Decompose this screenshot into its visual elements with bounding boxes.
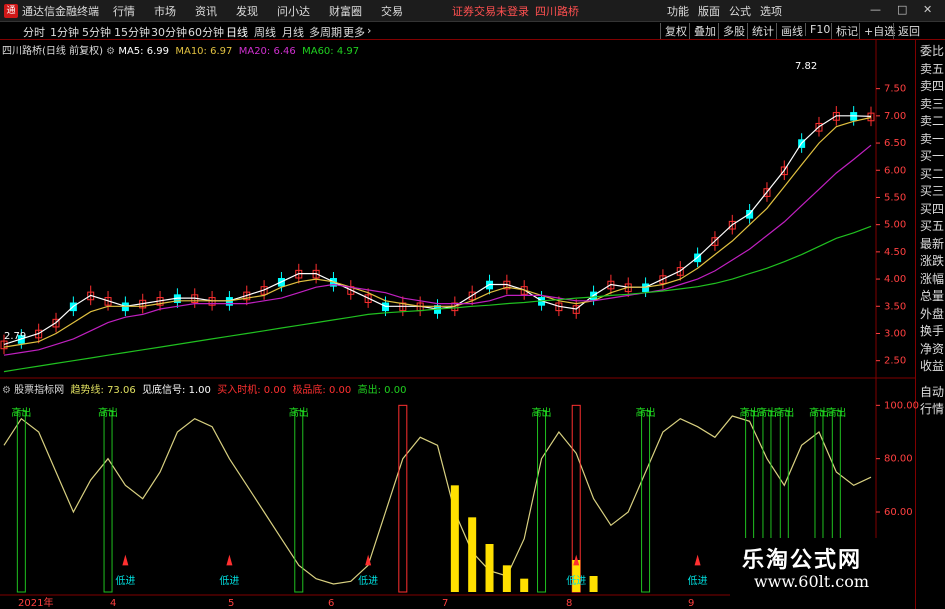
price-tick-label: 2.50 bbox=[884, 356, 906, 367]
sell-signal-label: 高出 bbox=[826, 406, 846, 419]
sell-signal-label: 高出 bbox=[636, 406, 656, 419]
sell-signal-bar bbox=[641, 410, 651, 593]
price-tick-label: 5.00 bbox=[884, 220, 906, 231]
sell-signal-label: 高出 bbox=[774, 406, 794, 419]
bottom-signal-block bbox=[485, 544, 494, 592]
chart-canvas[interactable]: 2.50 3.00 3.50 4.00 4.50 5.00 5.50 6.00 6.50 7.00… bbox=[0, 0, 945, 609]
time-tick-label: 4 bbox=[110, 598, 116, 609]
min-price-label: 2.79 bbox=[4, 331, 26, 342]
price-tick-label: 6.00 bbox=[884, 165, 906, 176]
buy-hint-label: 低进 bbox=[688, 574, 708, 587]
time-tick-label: 8 bbox=[566, 598, 572, 609]
buy-hint-label: 低进 bbox=[358, 574, 378, 587]
sell-signal-bar bbox=[16, 410, 26, 593]
sell-signal-label: 高出 bbox=[11, 406, 31, 419]
price-tick-label: 3.00 bbox=[884, 328, 906, 339]
price-tick-label: 7.00 bbox=[884, 111, 906, 122]
price-tick-label: 3.50 bbox=[884, 301, 906, 312]
bottom-signal-block bbox=[520, 578, 529, 592]
bottom-signal-block bbox=[468, 517, 477, 592]
time-tick-label: 5 bbox=[228, 598, 234, 609]
price-tick-label: 4.50 bbox=[884, 247, 906, 258]
bottom-signal-block bbox=[589, 576, 598, 592]
bottom-signal-block bbox=[502, 565, 511, 592]
buy-signal-bar bbox=[398, 404, 408, 593]
buy-hint-label: 低进 bbox=[115, 574, 135, 587]
buy-arrow-icon bbox=[694, 554, 701, 566]
sell-signal-bar bbox=[103, 410, 113, 593]
max-price-label: 7.82 bbox=[795, 61, 817, 72]
price-tick-label: 4.00 bbox=[884, 274, 906, 285]
time-tick-label: 6 bbox=[328, 598, 334, 609]
time-tick-label: 2021年 bbox=[18, 596, 53, 609]
ma-line-ma20 bbox=[3, 144, 872, 356]
ind-tick-label: 60.00 bbox=[884, 507, 913, 518]
price-tick-label: 7.50 bbox=[884, 84, 906, 95]
buy-hint-label: 低进 bbox=[566, 574, 586, 587]
watermark: 乐淘公式网 www.60lt.com bbox=[730, 538, 915, 598]
price-tick-label: 5.50 bbox=[884, 192, 906, 203]
buy-arrow-icon bbox=[122, 554, 129, 566]
bottom-signal-block bbox=[450, 485, 459, 592]
time-tick-label: 9 bbox=[688, 598, 694, 609]
watermark-title: 乐淘公式网 bbox=[742, 548, 863, 573]
buy-hint-label: 低进 bbox=[219, 574, 239, 587]
buy-arrow-icon bbox=[226, 554, 233, 566]
sell-signal-label: 高出 bbox=[98, 406, 118, 419]
ind-tick-label: 80.00 bbox=[884, 454, 913, 465]
sell-signal-label: 高出 bbox=[289, 406, 309, 419]
price-tick-label: 6.50 bbox=[884, 138, 906, 149]
time-tick-label: 7 bbox=[442, 598, 448, 609]
sell-signal-label: 高出 bbox=[532, 406, 552, 419]
watermark-url: www.60lt.com bbox=[754, 572, 870, 591]
ind-tick-label: 100.00 bbox=[884, 400, 919, 411]
sell-signal-bar bbox=[537, 410, 547, 593]
ma-line-ma60 bbox=[3, 225, 872, 373]
